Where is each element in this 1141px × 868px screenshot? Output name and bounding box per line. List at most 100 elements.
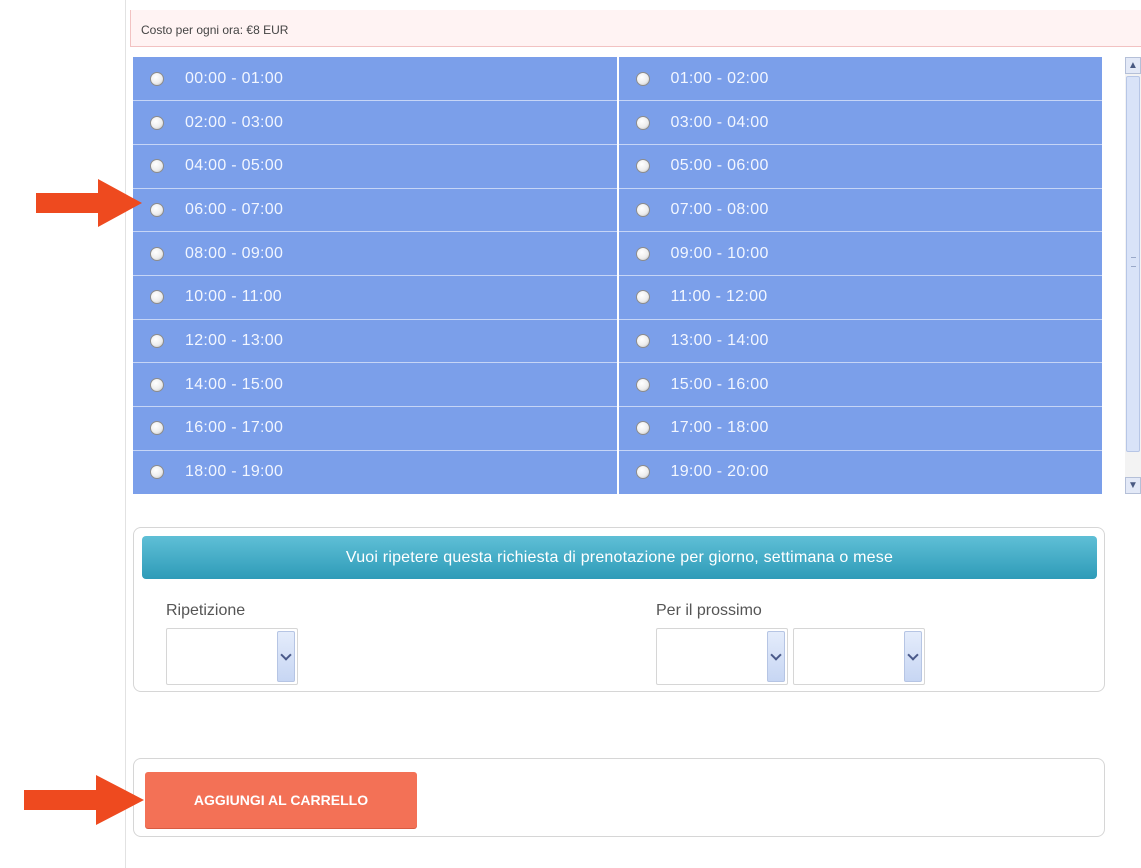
time-slot-option[interactable]: 12:00 - 13:00 (133, 332, 617, 350)
repeat-booking-header: Vuoi ripetere questa richiesta di prenot… (142, 536, 1097, 579)
time-slot-cell: 00:00 - 01:00 (133, 57, 619, 102)
cost-per-hour-text: Costo per ogni ora: €8 EUR (141, 23, 289, 37)
repetition-select[interactable] (166, 628, 298, 685)
scroll-up-button[interactable]: ▲ (1125, 57, 1141, 74)
time-slot-cell: 17:00 - 18:00 (617, 406, 1103, 451)
time-slot-radio[interactable] (150, 333, 164, 348)
next-number-dropdown-button[interactable] (767, 631, 785, 682)
time-slot-label: 14:00 - 15:00 (185, 375, 284, 393)
time-slot-row: 08:00 - 09:00 09:00 - 10:00 (133, 231, 1103, 276)
time-slot-label: 04:00 - 05:00 (185, 157, 284, 175)
time-slot-cell: 18:00 - 19:00 (133, 450, 619, 494)
time-slot-radio[interactable] (635, 71, 650, 86)
time-slot-label: 09:00 - 10:00 (670, 244, 769, 262)
time-slot-option[interactable]: 03:00 - 04:00 (619, 114, 1103, 132)
time-slot-option[interactable]: 00:00 - 01:00 (133, 70, 617, 88)
time-slot-radio[interactable] (150, 377, 164, 392)
repeat-booking-panel: Vuoi ripetere questa richiesta di prenot… (133, 527, 1105, 692)
time-slot-option[interactable]: 19:00 - 20:00 (619, 463, 1103, 481)
time-slot-label: 05:00 - 06:00 (670, 157, 769, 175)
time-slot-label: 00:00 - 01:00 (185, 69, 284, 87)
time-slot-row: 04:00 - 05:00 05:00 - 06:00 (133, 144, 1103, 189)
time-slot-option[interactable]: 15:00 - 16:00 (619, 376, 1103, 394)
add-to-cart-button[interactable]: AGGIUNGI AL CARRELLO (145, 772, 417, 828)
time-slot-label: 18:00 - 19:00 (185, 463, 284, 481)
time-slot-radio[interactable] (150, 159, 164, 174)
time-slot-option[interactable]: 14:00 - 15:00 (133, 376, 617, 394)
time-slot-label: 08:00 - 09:00 (185, 244, 284, 262)
time-slot-radio[interactable] (635, 421, 650, 436)
time-slot-radio[interactable] (150, 246, 164, 261)
time-slot-radio[interactable] (635, 377, 650, 392)
time-slot-radio[interactable] (150, 115, 164, 130)
time-slot-option[interactable]: 05:00 - 06:00 (619, 157, 1103, 175)
time-slot-radio[interactable] (150, 465, 164, 480)
time-slot-option[interactable]: 17:00 - 18:00 (619, 419, 1103, 437)
time-slot-option[interactable]: 02:00 - 03:00 (133, 114, 617, 132)
time-slot-cell: 05:00 - 06:00 (617, 144, 1103, 189)
scroll-down-button[interactable]: ▼ (1125, 477, 1141, 494)
time-slot-label: 17:00 - 18:00 (670, 419, 769, 437)
chevron-down-icon (770, 648, 782, 661)
time-slot-option[interactable]: 08:00 - 09:00 (133, 245, 617, 263)
repetition-dropdown-button[interactable] (277, 631, 295, 682)
time-slot-cell: 03:00 - 04:00 (617, 100, 1103, 145)
time-slot-label: 15:00 - 16:00 (670, 375, 769, 393)
time-slot-row: 06:00 - 07:00 07:00 - 08:00 (133, 188, 1103, 233)
time-slot-cell: 07:00 - 08:00 (617, 188, 1103, 233)
time-slot-row: 14:00 - 15:00 15:00 - 16:00 (133, 362, 1103, 407)
time-slot-option[interactable]: 11:00 - 12:00 (619, 288, 1103, 306)
time-slot-cell: 08:00 - 09:00 (133, 231, 619, 276)
time-slot-table: 00:00 - 01:00 01:00 - 02:00 02:00 - 03:00 0… (133, 57, 1102, 494)
time-slot-label: 13:00 - 14:00 (670, 331, 769, 349)
time-slot-option[interactable]: 04:00 - 05:00 (133, 157, 617, 175)
chevron-down-icon (907, 648, 919, 661)
time-slot-cell: 14:00 - 15:00 (133, 362, 619, 407)
time-slot-radio[interactable] (635, 290, 650, 305)
time-slot-radio[interactable] (635, 202, 650, 217)
time-slot-row: 02:00 - 03:00 03:00 - 04:00 (133, 100, 1103, 145)
time-slot-cell: 16:00 - 17:00 (133, 406, 619, 451)
time-slot-label: 07:00 - 08:00 (670, 200, 769, 218)
time-slot-option[interactable]: 16:00 - 17:00 (133, 419, 617, 437)
time-slot-label: 12:00 - 13:00 (185, 331, 284, 349)
time-slot-radio[interactable] (150, 290, 164, 305)
time-slot-radio[interactable] (150, 421, 164, 436)
time-slot-label: 01:00 - 02:00 (670, 69, 769, 87)
time-slot-label: 10:00 - 11:00 (185, 288, 283, 306)
next-period-label: Per il prossimo (656, 602, 762, 619)
arrow-pointer-icon (36, 179, 142, 227)
next-period-unit-select[interactable] (793, 628, 925, 685)
time-slot-radio[interactable] (635, 333, 650, 348)
time-slot-option[interactable]: 06:00 - 07:00 (133, 201, 617, 219)
page-left-border (125, 0, 126, 868)
time-slot-label: 11:00 - 12:00 (670, 288, 768, 306)
grip-icon (1131, 257, 1136, 267)
time-slot-row: 16:00 - 17:00 17:00 - 18:00 (133, 406, 1103, 451)
chevron-down-icon: ▼ (1128, 480, 1138, 491)
time-slot-radio[interactable] (150, 202, 164, 217)
time-slot-option[interactable]: 01:00 - 02:00 (619, 70, 1103, 88)
time-slot-radio[interactable] (635, 115, 650, 130)
time-slot-cell: 15:00 - 16:00 (617, 362, 1103, 407)
time-slot-radio[interactable] (635, 159, 650, 174)
time-slot-cell: 19:00 - 20:00 (618, 450, 1103, 494)
slot-list-scrollbar[interactable]: ▲ ▼ (1125, 57, 1141, 494)
time-slot-radio[interactable] (635, 465, 650, 480)
time-slot-label: 19:00 - 20:00 (670, 463, 769, 481)
time-slot-option[interactable]: 13:00 - 14:00 (619, 332, 1103, 350)
time-slot-label: 03:00 - 04:00 (670, 113, 769, 131)
next-period-number-select[interactable] (656, 628, 788, 685)
next-unit-dropdown-button[interactable] (904, 631, 922, 682)
chevron-up-icon: ▲ (1128, 60, 1138, 71)
time-slot-option[interactable]: 18:00 - 19:00 (133, 463, 617, 481)
time-slot-radio[interactable] (150, 71, 164, 86)
time-slot-option[interactable]: 07:00 - 08:00 (619, 201, 1103, 219)
time-slot-cell: 01:00 - 02:00 (617, 57, 1103, 102)
time-slot-option[interactable]: 10:00 - 11:00 (133, 288, 617, 306)
arrow-pointer-icon (24, 775, 144, 825)
time-slot-cell: 09:00 - 10:00 (617, 231, 1103, 276)
time-slot-radio[interactable] (635, 246, 650, 261)
time-slot-option[interactable]: 09:00 - 10:00 (619, 245, 1103, 263)
scroll-thumb[interactable] (1126, 76, 1140, 452)
